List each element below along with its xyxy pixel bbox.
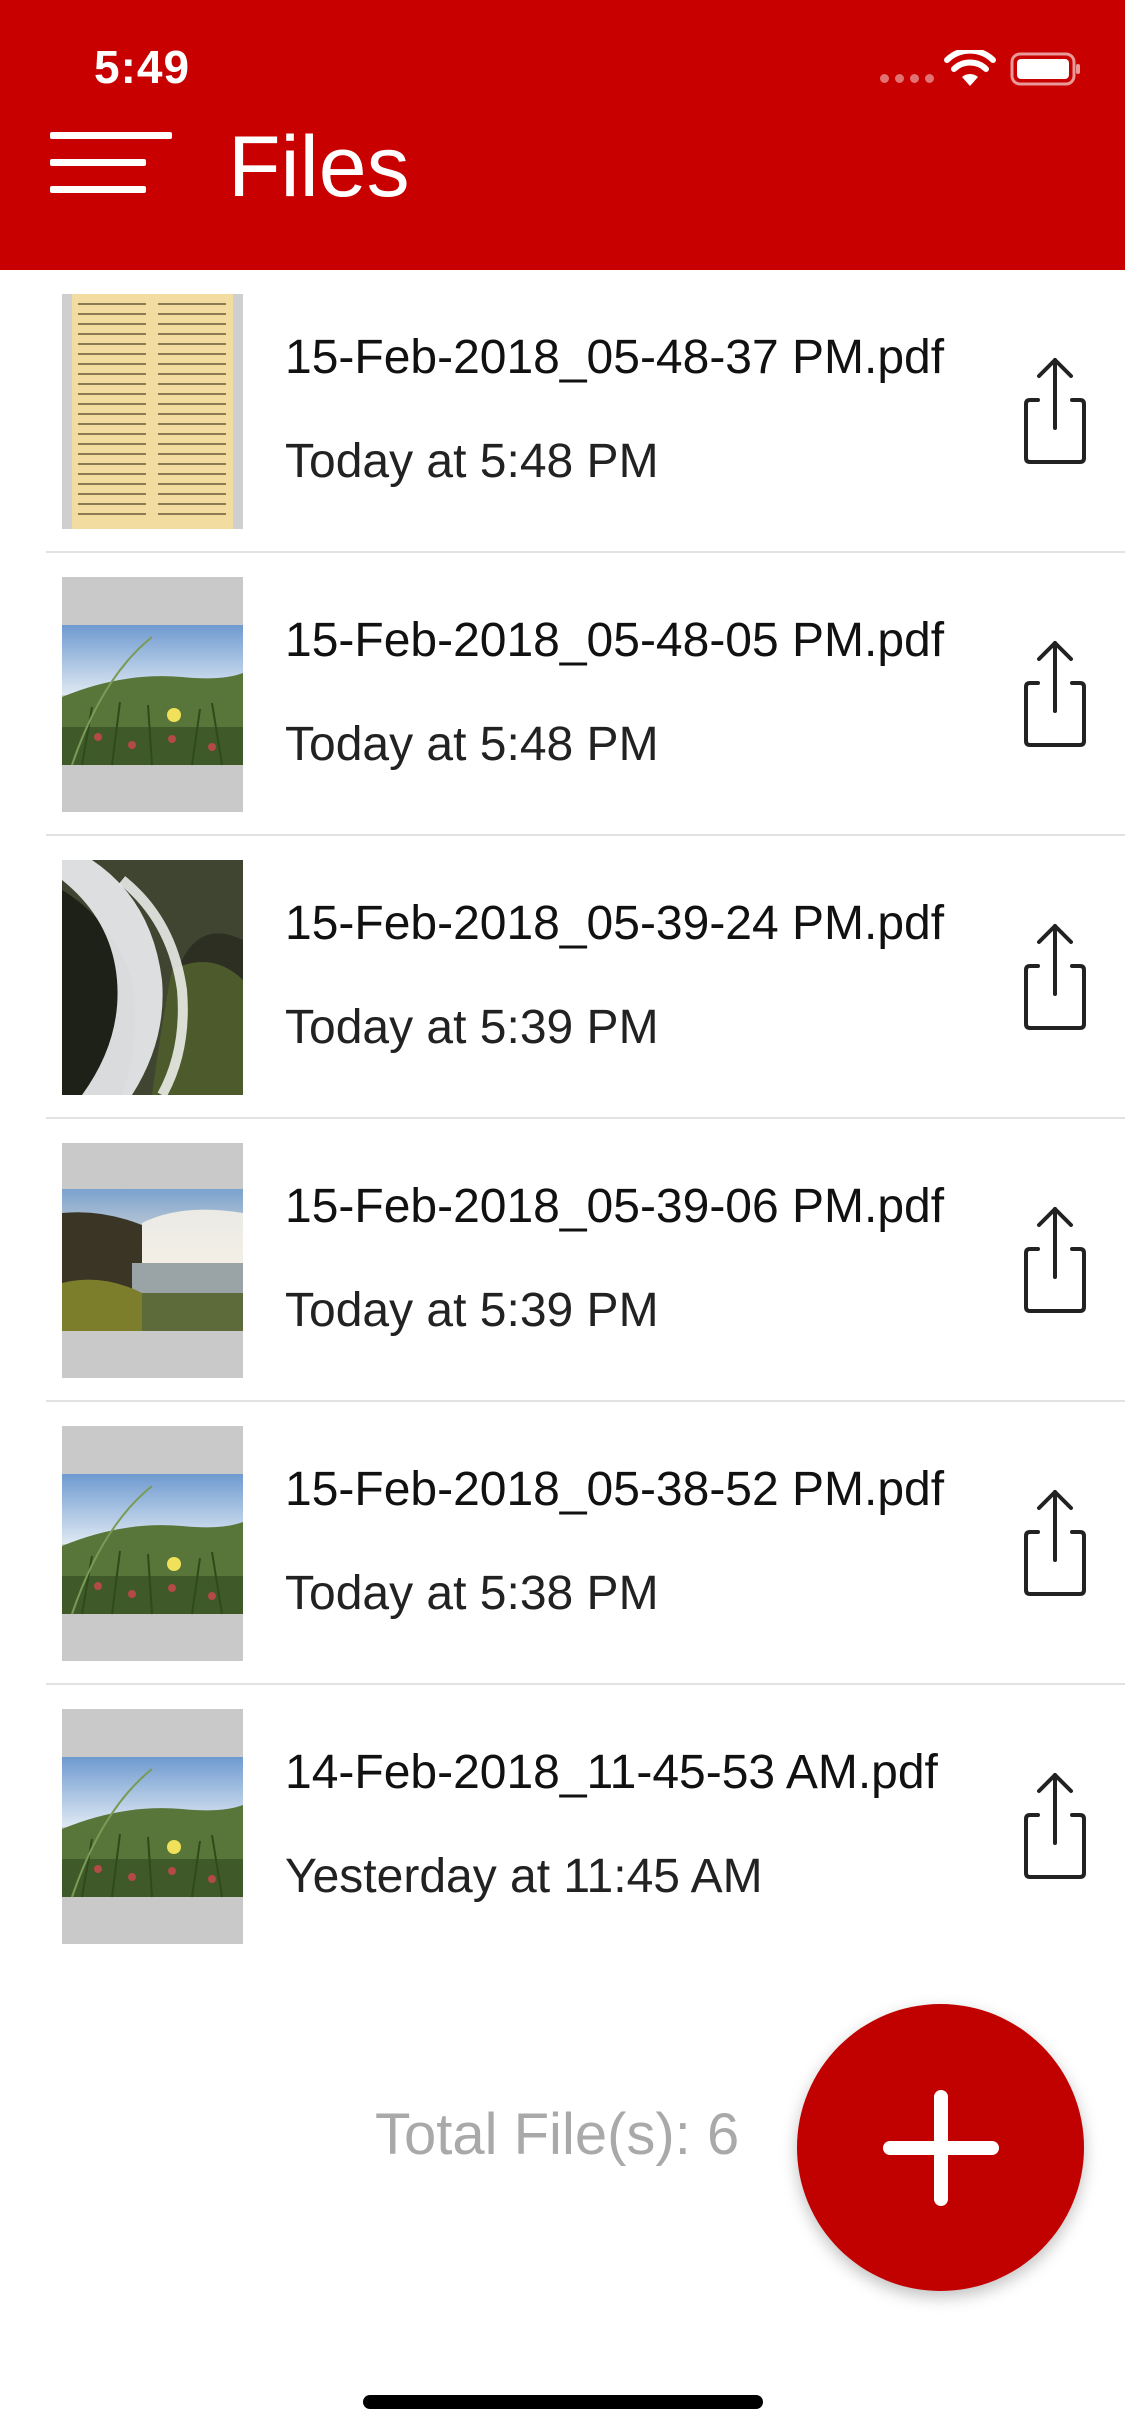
- signal-icon: [880, 74, 934, 84]
- add-file-button[interactable]: [797, 2004, 1084, 2291]
- file-date: Today at 5:39 PM: [285, 1284, 659, 1337]
- status-time: 5:49: [94, 41, 191, 93]
- file-thumbnail: [62, 860, 243, 1095]
- file-name: 15-Feb-2018_05-48-05 PM.pdf: [285, 614, 945, 667]
- file-thumbnail: [62, 577, 243, 812]
- list-item[interactable]: 15-Feb-2018_05-48-37 PM.pdf Today at 5:4…: [0, 270, 1125, 553]
- file-thumbnail: [62, 1143, 243, 1378]
- list-item[interactable]: 15-Feb-2018_05-39-06 PM.pdf Today at 5:3…: [0, 1119, 1125, 1402]
- share-icon[interactable]: [1010, 352, 1100, 472]
- share-icon[interactable]: [1010, 1767, 1100, 1887]
- file-name: 15-Feb-2018_05-38-52 PM.pdf: [285, 1463, 945, 1516]
- share-icon[interactable]: [1010, 1201, 1100, 1321]
- list-item[interactable]: 15-Feb-2018_05-39-24 PM.pdf Today at 5:3…: [0, 836, 1125, 1119]
- battery-icon: [1010, 52, 1080, 86]
- file-thumbnail: [62, 1709, 243, 1944]
- wifi-icon: [944, 50, 996, 86]
- file-date: Today at 5:48 PM: [285, 435, 659, 488]
- files-screen: 5:49 Files 15-Feb-2018_05-48-37 PM.pdf T…: [0, 0, 1125, 2436]
- file-date: Today at 5:39 PM: [285, 1001, 659, 1054]
- share-icon[interactable]: [1010, 1484, 1100, 1604]
- list-item[interactable]: 15-Feb-2018_05-38-52 PM.pdf Today at 5:3…: [0, 1402, 1125, 1685]
- file-name: 15-Feb-2018_05-39-06 PM.pdf: [285, 1180, 945, 1233]
- share-icon[interactable]: [1010, 635, 1100, 755]
- share-icon[interactable]: [1010, 918, 1100, 1038]
- file-thumbnail: [62, 1426, 243, 1661]
- hamburger-menu-icon[interactable]: [50, 132, 172, 194]
- list-item[interactable]: 15-Feb-2018_05-48-05 PM.pdf Today at 5:4…: [0, 553, 1125, 836]
- app-header: 5:49 Files: [0, 0, 1125, 270]
- file-name: 15-Feb-2018_05-48-37 PM.pdf: [285, 331, 945, 384]
- file-date: Yesterday at 11:45 AM: [285, 1850, 763, 1903]
- file-list: 15-Feb-2018_05-48-37 PM.pdf Today at 5:4…: [0, 270, 1125, 1968]
- file-date: Today at 5:38 PM: [285, 1567, 659, 1620]
- file-thumbnail: [62, 294, 243, 529]
- list-item[interactable]: 14-Feb-2018_11-45-53 AM.pdf Yesterday at…: [0, 1685, 1125, 1968]
- file-name: 14-Feb-2018_11-45-53 AM.pdf: [285, 1746, 938, 1799]
- total-files-label: Total File(s): 6: [375, 2102, 740, 2167]
- file-name: 15-Feb-2018_05-39-24 PM.pdf: [285, 897, 945, 950]
- page-title: Files: [228, 119, 410, 215]
- file-date: Today at 5:48 PM: [285, 718, 659, 771]
- home-indicator[interactable]: [363, 2395, 763, 2409]
